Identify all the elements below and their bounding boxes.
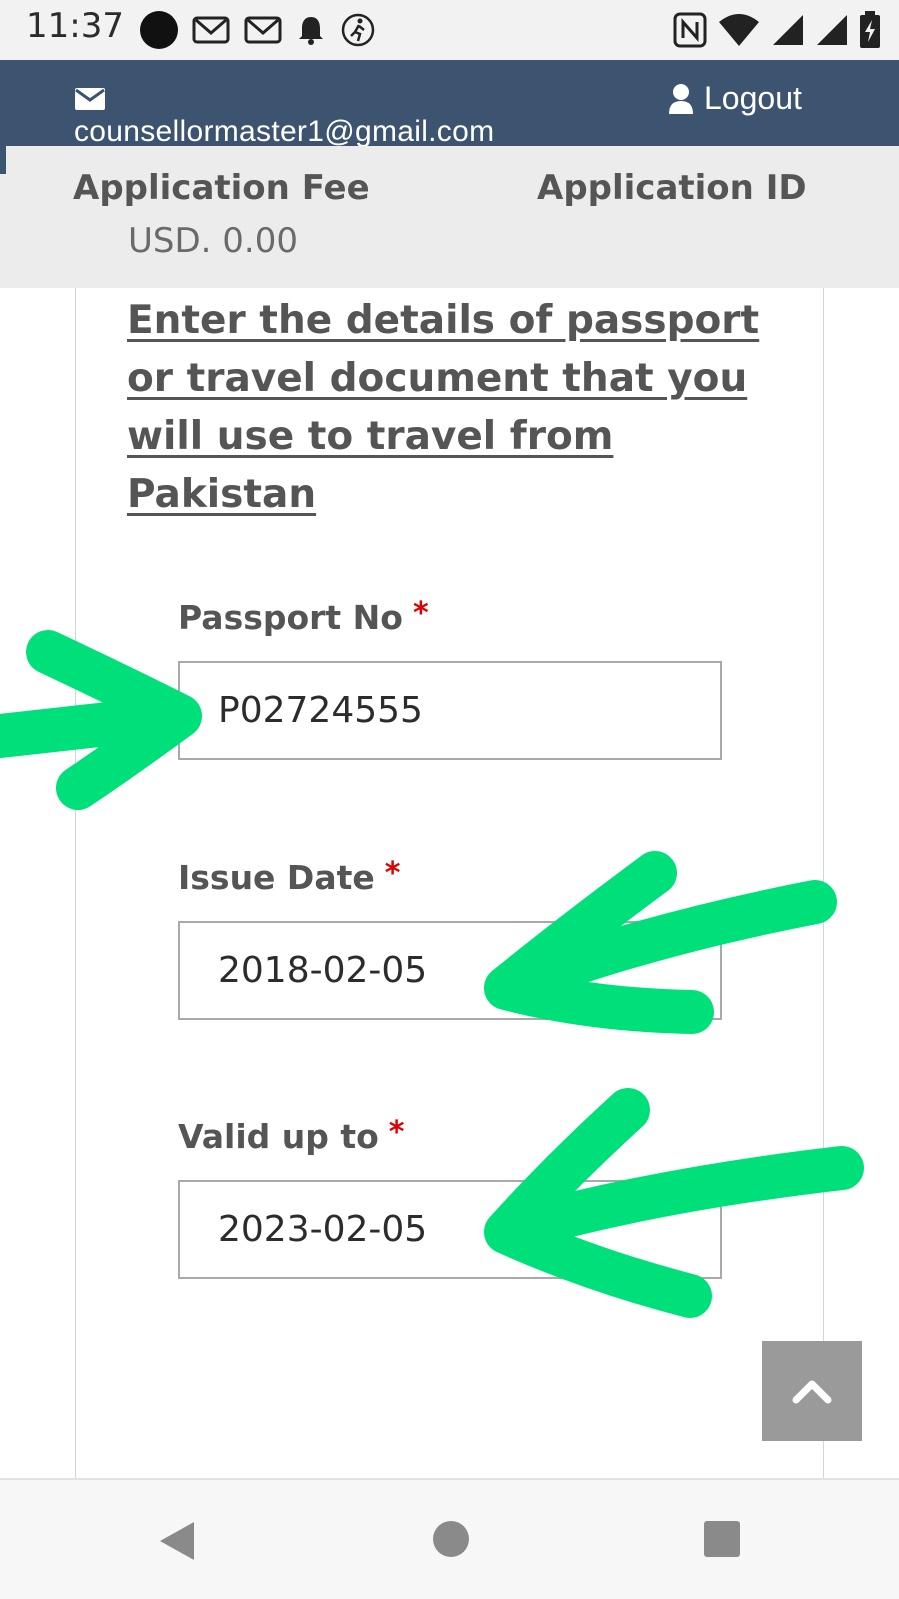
gmail-icon (192, 16, 230, 44)
application-fee-label: Application Fee (73, 168, 370, 208)
application-fee-value: USD. 0.00 (128, 221, 298, 261)
form-heading: Enter the details of passport or travel … (127, 298, 760, 517)
passport-no-input[interactable]: P02724555 (178, 661, 722, 760)
passport-no-label-text: Passport No (178, 598, 403, 637)
activity-icon (341, 13, 375, 47)
notification-bell-icon (299, 17, 323, 45)
valid-up-to-label: Valid up to * (178, 1115, 405, 1156)
valid-up-to-value: 2023-02-05 (218, 1209, 428, 1250)
fee-bar: Application Fee USD. 0.00 Application ID (0, 146, 899, 288)
user-icon (669, 83, 693, 114)
required-marker: * (412, 596, 429, 631)
issue-date-label: Issue Date * (178, 856, 401, 897)
passport-no-value: P02724555 (218, 690, 423, 731)
scroll-top-button[interactable] (762, 1341, 862, 1441)
valid-up-to-input[interactable]: 2023-02-05 (178, 1180, 722, 1279)
signal-icon (773, 15, 803, 45)
status-time: 11:37 (26, 6, 124, 46)
status-left-icons (140, 10, 376, 50)
nfc-icon (673, 12, 707, 48)
recents-icon[interactable] (703, 1520, 741, 1558)
issue-date-input[interactable]: 2018-02-05 (178, 921, 722, 1020)
status-bar: 11:37 (0, 0, 899, 60)
home-icon[interactable] (432, 1520, 470, 1558)
black-circle-icon (140, 11, 178, 49)
user-email: counsellormaster1@gmail.com (74, 115, 495, 146)
status-right-icons (673, 10, 881, 50)
required-marker: * (384, 856, 401, 891)
required-marker: * (388, 1115, 405, 1150)
battery-charging-icon (860, 11, 880, 48)
issue-date-value: 2018-02-05 (218, 950, 428, 991)
application-id-label: Application ID (537, 168, 807, 208)
logout-label: Logout (704, 80, 802, 116)
divider (0, 146, 6, 174)
mail-icon (75, 88, 105, 110)
chevron-up-icon (792, 1380, 832, 1404)
valid-up-to-label-text: Valid up to (178, 1117, 379, 1156)
passport-no-label: Passport No * (178, 596, 429, 637)
wifi-icon (719, 14, 759, 46)
signal-icon (817, 15, 847, 45)
logout-button[interactable]: Logout (668, 80, 802, 117)
navigation-bar (0, 1478, 899, 1599)
issue-date-label-text: Issue Date (178, 858, 375, 897)
app-header: counsellormaster1@gmail.com Logout (0, 60, 899, 146)
back-icon[interactable] (158, 1520, 196, 1562)
gmail-icon (244, 16, 282, 44)
